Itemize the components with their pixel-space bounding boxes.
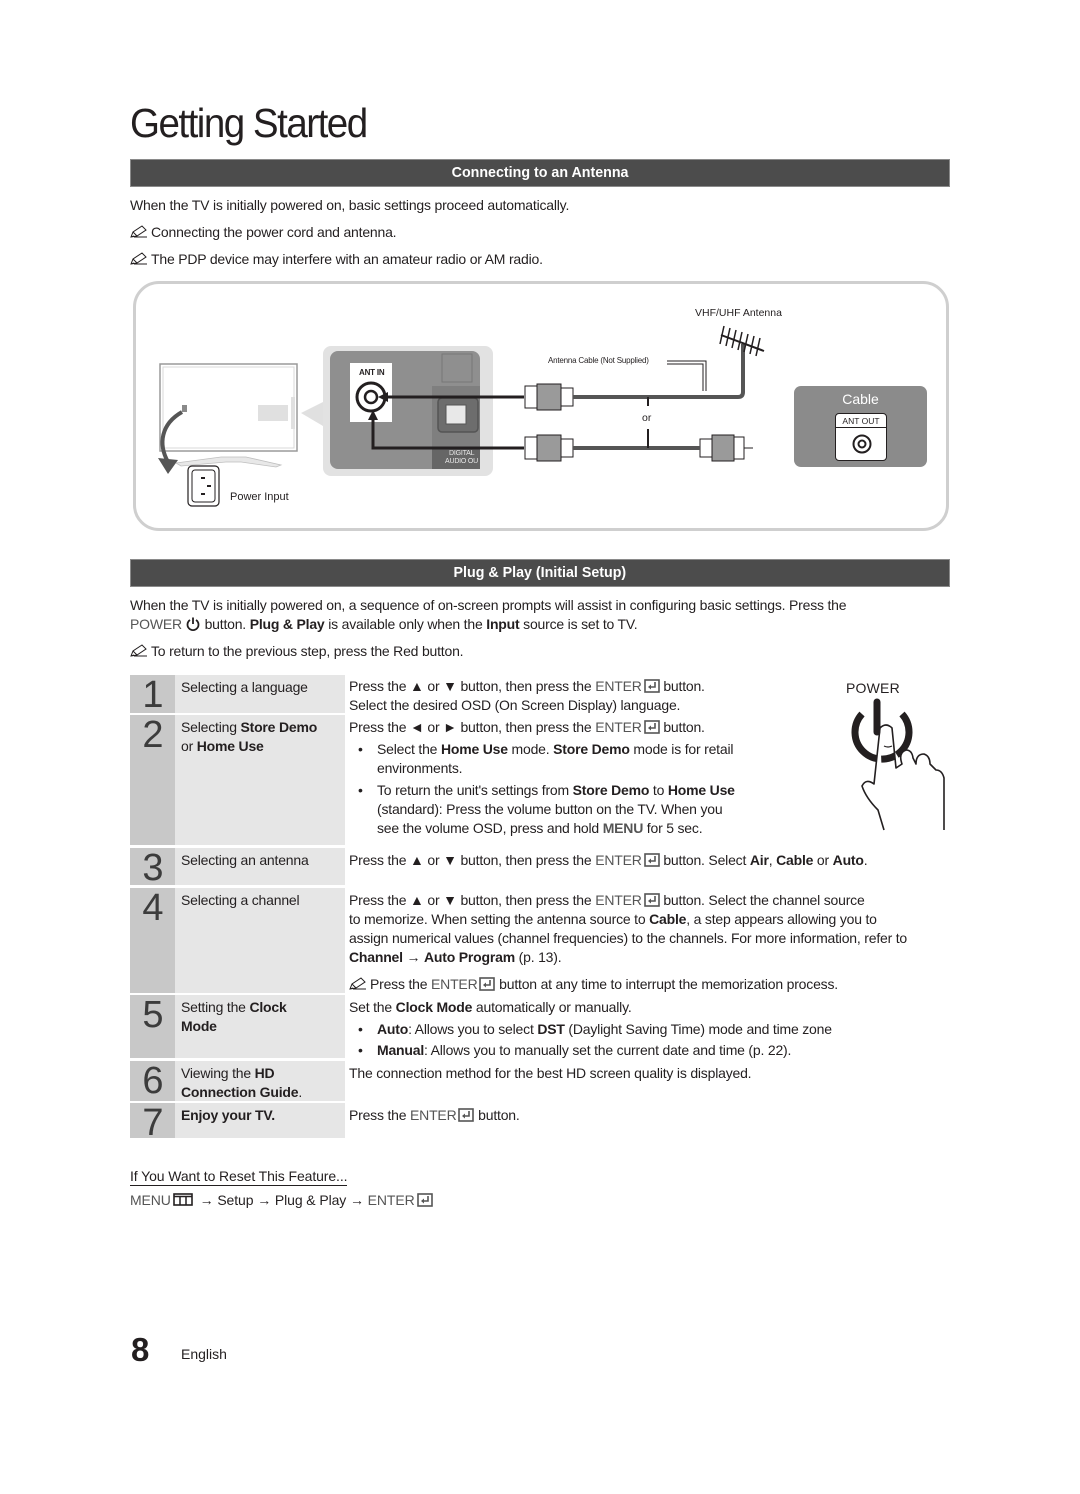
step-5-bullet-manual: Manual: Allows you to manually set the c… [358,1041,791,1060]
step-row-2: 2 Selecting Store Demo or Home Use [130,715,345,845]
note-red-button: To return to the previous step, press th… [130,643,464,659]
page-number: 8 [131,1331,150,1368]
step-number: 3 [130,848,175,888]
step-number: 7 [130,1103,175,1143]
tv-illustration [159,363,323,468]
menu-icon [173,1193,193,1206]
page-title: Getting Started [130,100,368,146]
enter-icon [643,679,660,693]
power-arrow-head [158,458,178,474]
coax-connector-2 [524,434,574,462]
step-4-description: Press the ▲ or ▼ button, then press the … [349,892,908,965]
antenna-intro: When the TV is initially powered on, bas… [130,197,570,213]
coax-connector-3 [699,434,753,462]
ant-out-label: ANT OUT [836,416,886,428]
plug-play-intro: When the TV is initially powered on, a s… [130,597,847,632]
note-power-cord: Connecting the power cord and antenna. [130,224,397,240]
step-number: 4 [130,888,175,993]
reset-menu-path: MENU → Setup → Plug & Play → ENTER [130,1192,433,1208]
step-row-1: 1 Selecting a language [130,675,345,715]
power-label: POWER [846,680,900,696]
step-2-description: Press the ◄ or ► button, then press the … [349,719,705,735]
power-symbol-icon [186,617,200,631]
note-pdp-interference: The PDP device may interfere with an ama… [130,251,543,267]
step-row-5: 5 Setting the Clock Mode [130,995,345,1058]
step-title: Enjoy your TV. [181,1107,275,1123]
page-language: English [181,1346,227,1362]
step-title: Selecting Store Demo or Home Use [181,719,318,754]
vhf-uhf-antenna-label: VHF/UHF Antenna [695,307,782,319]
reset-heading: If You Want to Reset This Feature... [130,1168,348,1186]
enter-icon [643,720,660,734]
ant-out-port: ANT OUT [835,413,887,461]
section-header-antenna: Connecting to an Antenna [130,159,950,187]
section-header-plug-play: Plug & Play (Initial Setup) [130,559,950,587]
antenna-cable-label: Antenna Cable (Not Supplied) [548,356,649,365]
pencil-note-icon [130,225,147,238]
pencil-note-icon [349,977,366,990]
step-4-note: Press the ENTER button at any time to in… [349,975,838,994]
or-label: or [642,412,652,424]
step-3-description: Press the ▲ or ▼ button, then press the … [349,852,868,868]
power-button-hand-icon [851,698,945,831]
enter-icon [416,1193,433,1207]
ant-in-label: ANT IN [359,368,385,377]
pencil-note-icon [130,252,147,265]
step-row-7: 7 Enjoy your TV. [130,1103,345,1143]
digital-audio-label-2: AUDIO OU [445,458,479,465]
cable-label: Cable [842,391,879,407]
step-title: Selecting a language [181,679,308,695]
step-1-description: Press the ▲ or ▼ button, then press the … [349,678,705,713]
antenna-connection-diagram: VHF/UHF Antenna Antenna Cable (Not Suppl… [133,281,949,531]
step-title: Selecting an antenna [181,852,309,868]
step-6-description: The connection method for the best HD sc… [349,1065,752,1081]
step-title: Setting the Clock Mode [181,999,287,1034]
power-input-label: Power Input [230,491,289,503]
coax-connector-1 [524,383,574,411]
step-5-description: Set the Clock Mode automatically or manu… [349,999,632,1015]
step-5-bullet-auto: Auto: Allows you to select DST (Daylight… [358,1020,832,1039]
coax-port-icon [852,434,872,454]
step-row-6: 6 Viewing the HD Connection Guide. [130,1061,345,1101]
step-2-bullet-2: To return the unit's settings from Store… [358,781,735,838]
enter-icon [643,893,660,907]
enter-icon [479,977,496,991]
step-title: Viewing the HD Connection Guide. [181,1065,303,1100]
power-input-socket-icon [187,465,220,507]
step-number: 2 [130,715,175,845]
step-row-3: 3 Selecting an antenna [130,848,345,888]
step-7-description: Press the ENTER button. [349,1107,520,1123]
step-title: Selecting a channel [181,892,300,908]
enter-icon [458,1108,475,1122]
step-number: 6 [130,1061,175,1101]
pencil-note-icon [130,644,147,657]
digital-audio-label: DIGITAL [449,450,475,457]
step-row-4: 4 Selecting a channel [130,888,345,993]
step-number: 5 [130,995,175,1058]
enter-icon [643,853,660,867]
cable-source-box: Cable ANT OUT [794,386,927,467]
step-number: 1 [130,675,175,715]
step-2-bullet-1: Select the Home Use mode. Store Demo mod… [358,740,733,778]
